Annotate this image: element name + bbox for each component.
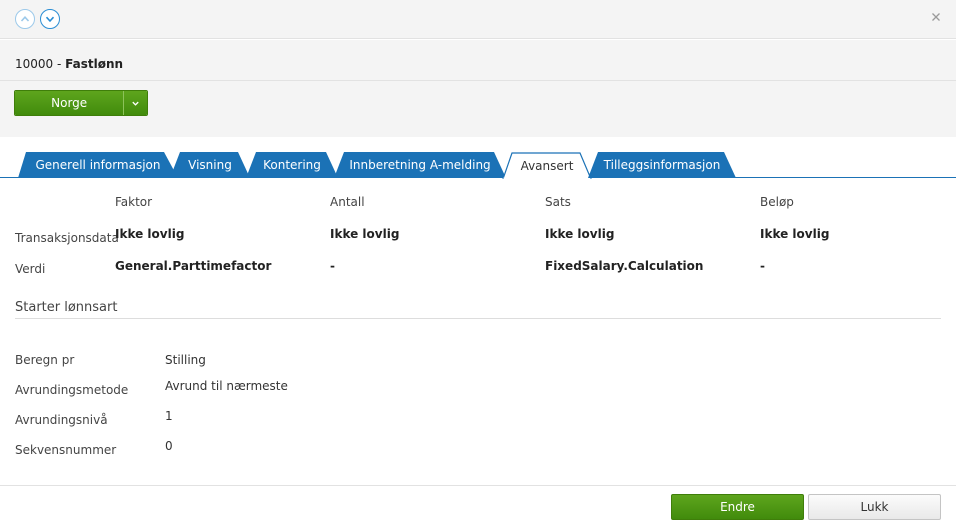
- country-dropdown-toggle[interactable]: [123, 91, 147, 115]
- top-bar: [0, 0, 956, 39]
- column-header-belop: Beløp: [760, 195, 794, 209]
- section-title: Starter lønnsart: [15, 300, 118, 315]
- action-bar: Norge: [0, 81, 956, 137]
- column-header-faktor: Faktor: [115, 195, 153, 209]
- previous-record-button[interactable]: [15, 9, 35, 29]
- wage-type-code: 10000: [15, 57, 54, 71]
- field-label-sekvensnummer: Sekvensnummer: [15, 443, 117, 457]
- field-value-sekvensnummer: 0: [165, 439, 173, 453]
- cell-verdi-belop: -: [760, 259, 765, 273]
- tab-visning[interactable]: Visning: [170, 152, 250, 178]
- section-divider: [15, 318, 941, 319]
- country-split-button: Norge: [14, 90, 148, 116]
- footer-divider: [0, 485, 956, 486]
- page-title: 10000 - Fastlønn: [15, 57, 123, 71]
- cell-transaksjonsdata-sats: Ikke lovlig: [545, 227, 615, 241]
- tab-avansert[interactable]: Avansert: [502, 152, 592, 179]
- cell-verdi-sats: FixedSalary.Calculation: [545, 259, 704, 273]
- cell-verdi-antall: -: [330, 259, 335, 273]
- tab-generell-informasjon[interactable]: Generell informasjon: [18, 152, 178, 178]
- cell-verdi-faktor: General.Parttimefactor: [115, 259, 272, 273]
- close-icon[interactable]: [929, 10, 943, 24]
- title-bar: 10000 - Fastlønn: [0, 40, 956, 81]
- tab-label: Tilleggsinformasjon: [603, 158, 721, 172]
- column-header-antall: Antall: [330, 195, 365, 209]
- edit-button[interactable]: Endre: [671, 494, 804, 520]
- row-label-transaksjonsdata: Transaksjonsdata: [15, 231, 119, 245]
- field-label-avrundingsniva: Avrundingsnivå: [15, 413, 108, 427]
- row-label-verdi: Verdi: [15, 262, 46, 276]
- cell-transaksjonsdata-faktor: Ikke lovlig: [115, 227, 185, 241]
- tab-label: Avansert: [520, 158, 574, 173]
- wage-type-name: Fastlønn: [65, 57, 124, 71]
- field-value-avrundingsniva: 1: [165, 409, 173, 423]
- chevron-down-icon: [132, 101, 139, 106]
- tab-tilleggsinformasjon[interactable]: Tilleggsinformasjon: [588, 152, 736, 178]
- tab-label: Innberetning A-melding: [349, 158, 491, 172]
- country-button[interactable]: Norge: [15, 91, 124, 115]
- chevron-up-icon: [20, 16, 30, 22]
- tab-innberetning-a-melding[interactable]: Innberetning A-melding: [334, 152, 506, 178]
- field-label-beregn-pr: Beregn pr: [15, 353, 75, 367]
- field-label-avrundingsmetode: Avrundingsmetode: [15, 383, 129, 397]
- cell-transaksjonsdata-antall: Ikke lovlig: [330, 227, 400, 241]
- title-separator: -: [53, 57, 66, 71]
- field-value-avrundingsmetode: Avrund til nærmeste: [165, 379, 288, 393]
- tab-bar: Generell informasjon Visning Kontering I…: [0, 137, 956, 179]
- next-record-button[interactable]: [40, 9, 60, 29]
- tab-label: Visning: [188, 158, 232, 172]
- column-header-sats: Sats: [545, 195, 571, 209]
- field-value-beregn-pr: Stilling: [165, 353, 206, 367]
- tab-label: Generell informasjon: [35, 158, 161, 172]
- tab-label: Kontering: [263, 158, 321, 172]
- tab-kontering[interactable]: Kontering: [246, 152, 338, 178]
- chevron-down-icon: [45, 16, 55, 23]
- close-button[interactable]: Lukk: [808, 494, 941, 520]
- cell-transaksjonsdata-belop: Ikke lovlig: [760, 227, 830, 241]
